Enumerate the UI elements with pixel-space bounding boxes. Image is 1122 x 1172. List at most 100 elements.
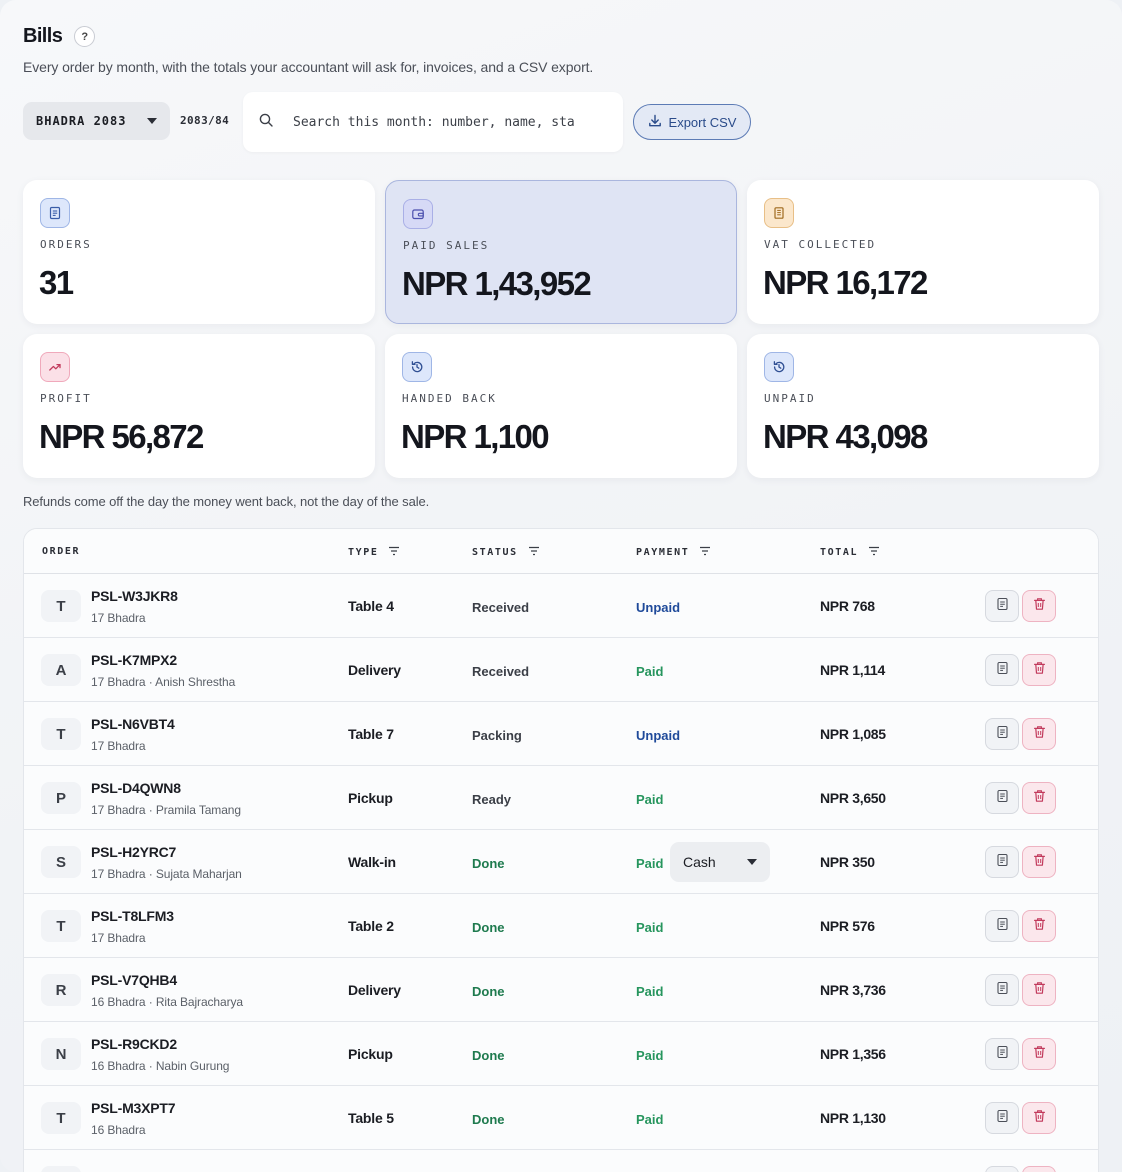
invoice-button[interactable] <box>985 910 1019 942</box>
payment-status[interactable]: Paid <box>636 664 663 679</box>
table-row[interactable]: R PSL-V7QHB4 16 Bhadra · Rita Bajrachary… <box>24 958 1098 1022</box>
filter-icon[interactable] <box>868 546 880 559</box>
order-number[interactable]: PSL-R9CKD2 <box>91 1036 177 1052</box>
search-input[interactable] <box>293 114 603 130</box>
order-total: NPR 1,356 <box>820 1046 886 1062</box>
order-number[interactable]: PSL-M3XPT7 <box>91 1100 176 1116</box>
order-type: Delivery <box>348 662 401 678</box>
column-header-type: TYPE <box>348 546 400 559</box>
delete-button[interactable] <box>1022 846 1056 878</box>
search-box[interactable] <box>243 92 623 152</box>
trash-icon <box>1033 725 1046 744</box>
order-status: Done <box>472 1048 505 1063</box>
stat-value: NPR 56,872 <box>39 418 204 455</box>
payment-status[interactable]: Paid <box>636 792 663 807</box>
orders-table: ORDER TYPE STATUS PAYMENT TOTAL T PSL-W3… <box>23 528 1099 1172</box>
page-title: Bills <box>23 25 63 47</box>
invoice-button[interactable] <box>985 654 1019 686</box>
invoice-button[interactable] <box>985 718 1019 750</box>
stat-label: PAID SALES <box>403 239 490 252</box>
invoice-button[interactable] <box>985 1166 1019 1172</box>
stat-card-profit: PROFIT NPR 56,872 <box>23 334 375 478</box>
delete-button[interactable] <box>1022 718 1056 750</box>
invoice-button[interactable] <box>985 1038 1019 1070</box>
order-number[interactable]: PSL-H2YRC7 <box>91 844 176 860</box>
payment-status[interactable]: Paid <box>636 920 663 935</box>
order-status: Received <box>472 600 530 615</box>
trash-icon <box>1033 981 1046 1000</box>
table-row[interactable]: A PSL-K7MPX2 17 Bhadra · Anish Shrestha … <box>24 638 1098 702</box>
order-type: Table 5 <box>348 1110 394 1126</box>
table-row[interactable]: P PSL-D4QWN8 17 Bhadra · Pramila Tamang … <box>24 766 1098 830</box>
table-row[interactable]: T PSL-T8LFM3 17 Bhadra Table 2 Done Paid… <box>24 894 1098 958</box>
invoice-button[interactable] <box>985 846 1019 878</box>
payment-status[interactable]: Unpaid <box>636 600 680 615</box>
delete-button[interactable] <box>1022 1038 1056 1070</box>
column-header-payment: PAYMENT <box>636 546 711 559</box>
trash-icon <box>1033 1045 1046 1064</box>
order-total: NPR 3,736 <box>820 982 886 998</box>
table-header: ORDER TYPE STATUS PAYMENT TOTAL <box>24 529 1098 574</box>
payment-status[interactable]: Paid <box>636 984 663 999</box>
bills-page: Bills ? Every order by month, with the t… <box>0 0 1122 1172</box>
document-icon <box>996 981 1009 1000</box>
order-meta: 17 Bhadra · Anish Shrestha <box>91 675 236 689</box>
invoice-button[interactable] <box>985 974 1019 1006</box>
table-row[interactable]: N PSL-R9CKD2 16 Bhadra · Nabin Gurung Pi… <box>24 1022 1098 1086</box>
delete-button[interactable] <box>1022 782 1056 814</box>
table-row[interactable]: T PSL-W3JKR8 17 Bhadra Table 4 Received … <box>24 574 1098 638</box>
delete-button[interactable] <box>1022 910 1056 942</box>
column-header-order: ORDER <box>42 546 80 557</box>
avatar: A <box>41 654 81 686</box>
payment-status[interactable]: Unpaid <box>636 728 680 743</box>
table-row[interactable]: S PSL-H2YRC7 17 Bhadra · Sujata Maharjan… <box>24 830 1098 894</box>
stat-card-paid-sales: PAID SALES NPR 1,43,952 <box>385 180 737 324</box>
delete-button[interactable] <box>1022 1102 1056 1134</box>
order-status: Done <box>472 856 505 871</box>
order-total: NPR 1,114 <box>820 662 886 678</box>
payment-status[interactable]: Paid <box>636 1048 663 1063</box>
document-icon <box>996 725 1009 744</box>
delete-button[interactable] <box>1022 590 1056 622</box>
table-row[interactable]: T PSL-N6VBT4 17 Bhadra Table 7 Packing U… <box>24 702 1098 766</box>
stat-card-handed-back: HANDED BACK NPR 1,100 <box>385 334 737 478</box>
filter-icon[interactable] <box>388 546 400 559</box>
order-number[interactable]: PSL-K7MPX2 <box>91 652 177 668</box>
document-icon <box>996 597 1009 616</box>
invoice-button[interactable] <box>985 1102 1019 1134</box>
order-number[interactable]: PSL-D4QWN8 <box>91 780 181 796</box>
invoice-button[interactable] <box>985 782 1019 814</box>
document-icon <box>996 917 1009 936</box>
delete-button[interactable] <box>1022 974 1056 1006</box>
delete-button[interactable] <box>1022 1166 1056 1172</box>
trash-icon <box>1033 853 1046 872</box>
column-header-total: TOTAL <box>820 546 880 559</box>
document-icon <box>996 853 1009 872</box>
table-row[interactable]: T PSL-M3XPT7 16 Bhadra Table 5 Done Paid… <box>24 1086 1098 1150</box>
payment-method-select[interactable]: Cash <box>670 842 770 882</box>
order-type: Delivery <box>348 982 401 998</box>
month-select[interactable]: BHADRA 2083 <box>23 102 170 140</box>
delete-button[interactable] <box>1022 654 1056 686</box>
stat-label: ORDERS <box>40 238 92 251</box>
download-icon <box>648 114 669 131</box>
help-button[interactable]: ? <box>74 26 96 47</box>
table-row[interactable] <box>24 1150 1098 1172</box>
order-number[interactable]: PSL-T8LFM3 <box>91 908 174 924</box>
payment-status[interactable]: Paid <box>636 856 663 871</box>
payment-method-value: Cash <box>683 854 716 870</box>
order-total: NPR 576 <box>820 918 875 934</box>
order-number[interactable]: PSL-W3JKR8 <box>91 588 178 604</box>
order-number[interactable]: PSL-V7QHB4 <box>91 972 177 988</box>
order-status: Received <box>472 664 530 679</box>
filter-icon[interactable] <box>528 546 540 559</box>
avatar: P <box>41 782 81 814</box>
payment-status[interactable]: Paid <box>636 1112 663 1127</box>
history-icon <box>764 352 794 382</box>
order-number[interactable]: PSL-N6VBT4 <box>91 716 175 732</box>
avatar: T <box>41 910 81 942</box>
order-status: Done <box>472 1112 505 1127</box>
invoice-button[interactable] <box>985 590 1019 622</box>
filter-icon[interactable] <box>699 546 711 559</box>
export-csv-button[interactable]: Export CSV <box>633 104 751 140</box>
